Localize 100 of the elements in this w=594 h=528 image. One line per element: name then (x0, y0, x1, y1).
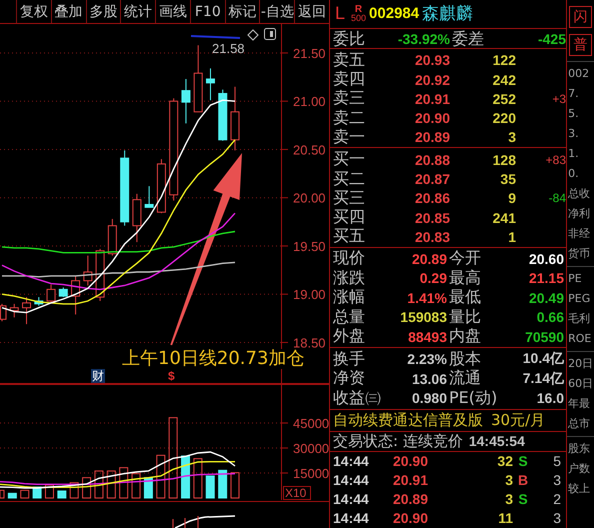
annotation-text: 上午10日线20.73加仓 (122, 349, 304, 369)
stat-label: PE(动) (448, 388, 498, 408)
axis-label: 45000 (293, 416, 329, 431)
side-item: 60日 (568, 376, 594, 392)
level-label: 买一 (333, 149, 366, 170)
side-button[interactable]: 闪 (569, 6, 592, 28)
tick-time: 14:44 (333, 453, 370, 470)
ad-text[interactable]: 自动续费通达信普及版 (333, 410, 483, 430)
status-time: 14:45:54 (468, 433, 525, 450)
finance-marker[interactable]: 财 (91, 369, 105, 383)
stat-value: 159083 (399, 309, 447, 325)
toolbar-button[interactable]: -自选 (259, 0, 294, 23)
stat-label: 总量 (333, 306, 366, 328)
candlestick (46, 284, 56, 304)
tick-time: 14:44 (333, 491, 370, 508)
stat-value: 20.49 (528, 290, 564, 306)
stock-name: 森麒麟 (422, 3, 474, 26)
market-label: L (335, 3, 346, 24)
tick-volume: 32 (496, 453, 513, 470)
side-item: 总收 (568, 186, 592, 202)
side-button[interactable]: 普 (569, 34, 592, 56)
level-volume: 128 (492, 152, 516, 168)
axis-label: 15000 (293, 466, 329, 481)
side-item: 1. (568, 146, 580, 162)
tick-count: 2 (552, 491, 561, 508)
panel-toggle-icon[interactable] (264, 28, 276, 40)
candlestick (144, 186, 154, 208)
axis-label: 19.50 (293, 238, 326, 254)
level-change: -84 (548, 191, 566, 206)
tick-price: 20.91 (392, 472, 429, 488)
level-label: 卖五 (333, 50, 366, 70)
stat-label: 外盘 (333, 326, 366, 347)
stat-label: 量比 (448, 306, 482, 328)
level-volume: 9 (507, 190, 516, 206)
candlestick (108, 218, 117, 256)
level-volume: 122 (492, 52, 516, 68)
side-item: 非经 (568, 226, 592, 242)
level-label: 买三 (333, 188, 366, 209)
candlestick (58, 286, 68, 298)
diff-label: 委差 (451, 28, 485, 50)
stock-code: 002984 (369, 5, 420, 22)
tick-count: 3 (552, 472, 561, 488)
trade-status: 交易状态: 连续竞价 (333, 432, 463, 451)
high-price-label: 21.58 (212, 42, 245, 56)
side-item: 毛利 (568, 311, 592, 327)
stat-value: 70590 (524, 328, 564, 344)
candlestick (181, 78, 190, 124)
level-price: 20.90 (414, 110, 450, 126)
candlestick (34, 296, 44, 306)
stat-value: 2.23% (406, 351, 447, 367)
high-marker-line (190, 35, 240, 39)
candlestick (22, 296, 32, 325)
level-volume: 1 (507, 228, 516, 245)
level-price: 20.85 (414, 210, 450, 226)
stat-label: 最低 (448, 287, 482, 308)
side-item: 净利 (568, 206, 592, 222)
side-item: 户数 (568, 461, 592, 477)
stat-label: 现价 (333, 248, 366, 269)
side-item: 3. (568, 126, 580, 142)
flag-superscript: R (354, 4, 362, 14)
scale-label: X10 (283, 486, 311, 500)
stat-label: 收益㈢ (333, 388, 382, 408)
event-marker[interactable]: $ (168, 370, 175, 383)
candlestick (206, 68, 215, 101)
side-item: 总市 (568, 416, 592, 432)
ad-price[interactable]: 30元/月 (491, 410, 546, 430)
level-price: 20.83 (414, 228, 450, 245)
candlestick (10, 303, 19, 318)
level-label: 卖一 (333, 126, 366, 148)
stat-value: 20.60 (528, 250, 564, 266)
tick-volume: 3 (504, 472, 513, 488)
level-volume: 220 (492, 110, 516, 126)
indicator-curve-drawing (172, 514, 236, 528)
stat-value: 21.15 (528, 270, 564, 286)
tick-count: 3 (552, 510, 561, 526)
level-label: 买二 (333, 168, 366, 190)
candlestick (83, 255, 92, 286)
level-change: +3 (551, 92, 566, 106)
axis-label: 21.00 (293, 94, 326, 110)
tick-time: 14:44 (333, 472, 370, 488)
axis-label: 19.00 (293, 287, 326, 302)
axis-label: 20.50 (293, 142, 326, 158)
axis-label: 30000 (293, 441, 329, 456)
side-item: 0. (568, 166, 580, 182)
axis-label: 21.50 (293, 46, 326, 61)
side-item: 较上 (568, 481, 592, 497)
level-price: 20.92 (414, 72, 450, 88)
side-item: 股东 (568, 441, 592, 457)
level-volume: 241 (492, 210, 516, 226)
level-price: 20.88 (414, 152, 450, 168)
ratio-value: -33.92% (396, 31, 450, 48)
ratio-label: 委比 (333, 28, 366, 50)
candlestick (156, 158, 166, 214)
candlestick (71, 275, 80, 315)
candlestick (132, 193, 142, 243)
toolbar-button[interactable]: 复权 (16, 0, 51, 23)
side-item: 货币 (568, 246, 592, 262)
stat-label: 净资 (333, 368, 366, 389)
candlestick (218, 89, 228, 142)
side-item: PEG (568, 291, 592, 307)
